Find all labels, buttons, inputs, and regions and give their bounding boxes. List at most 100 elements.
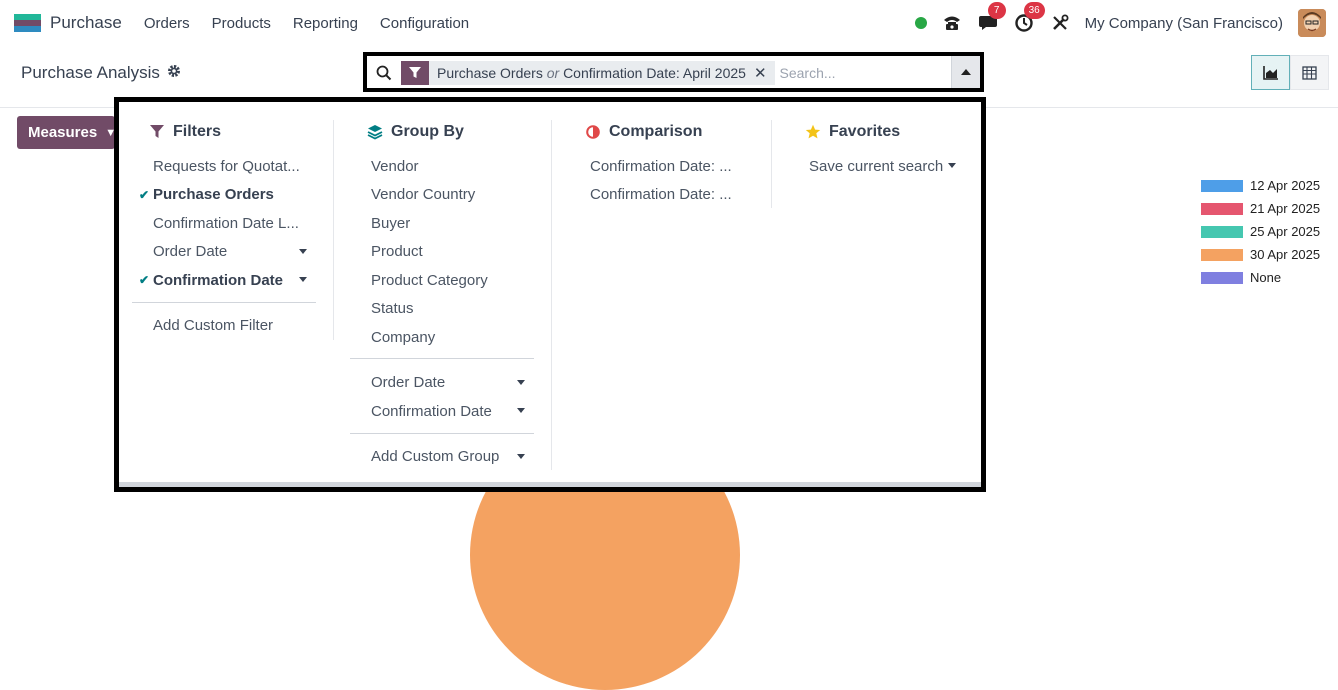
legend-swatch xyxy=(1201,179,1243,192)
app-brand[interactable]: Purchase xyxy=(14,13,122,33)
comparison-option[interactable]: Confirmation Date: ... xyxy=(590,157,732,177)
company-switcher[interactable]: My Company (San Francisco) xyxy=(1085,15,1283,32)
comparison-option[interactable]: Confirmation Date: ... xyxy=(590,185,732,205)
caret-down-icon[interactable] xyxy=(517,408,525,413)
groupby-company[interactable]: Company xyxy=(371,328,435,348)
facet-values: Purchase Orders or Confirmation Date: Ap… xyxy=(429,65,754,81)
groupby-vendor[interactable]: Vendor xyxy=(371,157,419,177)
adjust-icon xyxy=(585,124,601,140)
search-panel: Filters Requests for Quotat... ✔ Purchas… xyxy=(119,102,981,487)
legend-label: None xyxy=(1250,270,1282,285)
legend-label: 12 Apr 2025 xyxy=(1250,178,1321,193)
comparison-header: Comparison xyxy=(585,120,702,144)
add-custom-group[interactable]: Add Custom Group xyxy=(371,447,499,467)
filter-icon xyxy=(149,124,165,140)
filters-header: Filters xyxy=(149,120,221,144)
legend-item[interactable]: 12 Apr 2025 xyxy=(1201,174,1320,197)
groupby-status[interactable]: Status xyxy=(371,299,414,319)
filter-requests-for-quotation[interactable]: Requests for Quotat... xyxy=(153,157,300,177)
search-icon[interactable] xyxy=(373,62,395,84)
caret-up-icon xyxy=(961,69,971,75)
online-status-icon xyxy=(914,17,927,29)
search-bar: Purchase Orders or Confirmation Date: Ap… xyxy=(370,59,954,87)
add-custom-filter[interactable]: Add Custom Filter xyxy=(153,316,273,336)
groupby-product[interactable]: Product xyxy=(371,242,423,262)
favorites-header: Favorites xyxy=(805,120,900,144)
view-switcher xyxy=(1251,55,1329,90)
groupby-product-category[interactable]: Product Category xyxy=(371,271,488,291)
filters-title: Filters xyxy=(173,123,222,140)
systray: 7 36 My Company (San Francisco) xyxy=(914,0,1326,46)
filter-confirmation-date-last[interactable]: Confirmation Date L... xyxy=(153,214,299,234)
messages-icon[interactable]: 7 xyxy=(977,2,1006,34)
purchase-app-icon xyxy=(14,13,41,33)
legend-swatch xyxy=(1201,225,1243,238)
groupby-header: Group By xyxy=(367,120,464,144)
phone-icon[interactable] xyxy=(941,12,963,34)
search-facet: Purchase Orders or Confirmation Date: Ap… xyxy=(401,61,775,85)
search-options-toggle[interactable] xyxy=(951,56,980,88)
measures-label: Measures xyxy=(28,124,98,141)
groupby-order-date[interactable]: Order Date xyxy=(371,373,445,393)
caret-down-icon[interactable] xyxy=(517,380,525,385)
column-divider xyxy=(771,120,772,208)
filter-confirmation-date[interactable]: Confirmation Date xyxy=(153,271,283,291)
legend-swatch xyxy=(1201,248,1243,261)
legend-item[interactable]: 30 Apr 2025 xyxy=(1201,243,1320,266)
groupby-buyer[interactable]: Buyer xyxy=(371,214,410,234)
groupby-title: Group By xyxy=(391,123,464,140)
caret-down-icon[interactable] xyxy=(948,163,956,168)
groupby-vendor-country[interactable]: Vendor Country xyxy=(371,185,475,205)
facet-value-1: Purchase Orders xyxy=(437,65,543,81)
checkmark-icon: ✔ xyxy=(139,273,150,287)
layers-icon xyxy=(367,124,383,140)
pivot-view-button[interactable] xyxy=(1290,55,1329,90)
star-icon xyxy=(805,124,821,140)
menu-configuration[interactable]: Configuration xyxy=(369,15,480,32)
gear-icon[interactable] xyxy=(167,64,181,82)
column-divider xyxy=(551,120,552,470)
filter-purchase-orders[interactable]: Purchase Orders xyxy=(153,185,274,205)
filter-order-date[interactable]: Order Date xyxy=(153,242,227,262)
legend-swatch xyxy=(1201,202,1243,215)
legend-swatch xyxy=(1201,271,1243,284)
caret-down-icon[interactable] xyxy=(299,249,307,254)
remove-facet-close-icon[interactable]: ✕ xyxy=(754,64,775,82)
debug-tools-icon[interactable] xyxy=(1049,12,1071,34)
graph-view-button[interactable] xyxy=(1251,55,1290,90)
caret-down-icon[interactable] xyxy=(299,277,307,282)
user-avatar[interactable] xyxy=(1298,9,1326,37)
page-title: Purchase Analysis xyxy=(21,63,181,83)
groupby-confirmation-date[interactable]: Confirmation Date xyxy=(371,402,492,422)
legend-item[interactable]: 21 Apr 2025 xyxy=(1201,197,1320,220)
facet-separator: or xyxy=(546,65,560,81)
divider xyxy=(132,302,316,303)
save-current-search[interactable]: Save current search xyxy=(809,157,943,177)
divider xyxy=(350,358,534,359)
messages-badge: 7 xyxy=(987,2,1006,19)
activities-icon[interactable]: 36 xyxy=(1013,2,1045,34)
caret-down-icon[interactable] xyxy=(517,454,525,459)
menu-products[interactable]: Products xyxy=(201,15,282,32)
favorites-title: Favorites xyxy=(829,123,901,140)
legend-item[interactable]: None xyxy=(1201,266,1320,289)
facet-value-2: Confirmation Date: April 2025 xyxy=(563,65,746,81)
legend-label: 21 Apr 2025 xyxy=(1250,201,1321,216)
legend-label: 30 Apr 2025 xyxy=(1250,247,1321,262)
table-icon xyxy=(1302,65,1317,80)
search-highlight-frame: Purchase Orders or Confirmation Date: Ap… xyxy=(363,52,984,92)
search-panel-highlight-frame: Filters Requests for Quotat... ✔ Purchas… xyxy=(114,97,986,492)
search-input[interactable] xyxy=(779,65,950,81)
app-name: Purchase xyxy=(50,13,122,32)
measures-button[interactable]: Measures ▼ xyxy=(17,116,116,149)
top-navbar: Purchase Orders Products Reporting Confi… xyxy=(0,0,1338,46)
legend-item[interactable]: 25 Apr 2025 xyxy=(1201,220,1320,243)
menu-orders[interactable]: Orders xyxy=(133,15,201,32)
menu-reporting[interactable]: Reporting xyxy=(282,15,369,32)
checkmark-icon: ✔ xyxy=(139,188,150,202)
legend-label: 25 Apr 2025 xyxy=(1250,224,1321,239)
page-title-text: Purchase Analysis xyxy=(21,63,160,82)
filter-icon xyxy=(401,61,429,85)
area-chart-icon xyxy=(1262,65,1278,80)
divider xyxy=(350,433,534,434)
